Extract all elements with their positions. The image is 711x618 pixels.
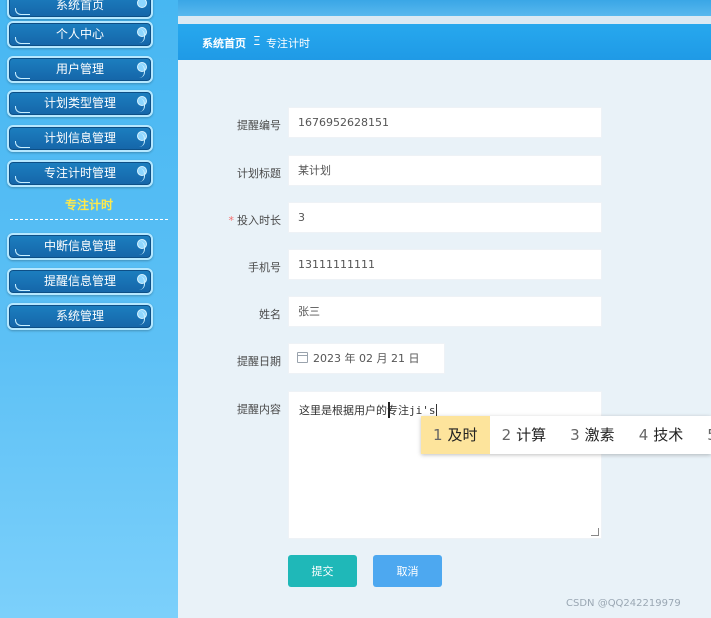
reminder-content-text: 这里是根据用户的专注ji's: [299, 404, 436, 417]
sidebar: 系统首页 个人中心 用户管理 计划类型管理 计划信息管理 专注计时管理 专注计时…: [0, 0, 178, 618]
breadcrumb-separator: Ξ: [253, 34, 261, 48]
reminder-no-label: 提醒编号: [237, 119, 281, 132]
resize-handle-icon[interactable]: [591, 528, 599, 536]
swirl-icon: [15, 72, 30, 79]
breadcrumb-home[interactable]: 系统首页: [202, 35, 246, 51]
swirl-icon: [138, 241, 145, 255]
sidebar-item-label: 系统首页: [55, 0, 104, 12]
required-mark: *: [228, 214, 235, 227]
ime-candidate[interactable]: 3 激素: [558, 416, 627, 454]
top-header: [178, 0, 711, 16]
swirl-icon: [15, 8, 30, 15]
sidebar-item-label: 计划类型管理: [43, 96, 116, 110]
breadcrumb-current: 专注计时: [266, 37, 310, 50]
sidebar-item-interrupts[interactable]: 中断信息管理: [7, 233, 153, 260]
sidebar-item-reminders[interactable]: 提醒信息管理: [7, 268, 153, 295]
sidebar-item-profile[interactable]: 个人中心: [7, 21, 153, 48]
swirl-icon: [15, 106, 30, 113]
reminder-content-label: 提醒内容: [237, 403, 281, 416]
swirl-icon: [138, 276, 145, 290]
swirl-icon: [15, 319, 30, 326]
plan-title-label: 计划标题: [237, 167, 281, 180]
swirl-icon: [15, 141, 30, 148]
reminder-date-field[interactable]: 2023 年 02 月 21 日: [288, 343, 445, 374]
swirl-icon: [138, 133, 145, 147]
duration-field[interactable]: 3: [288, 202, 602, 233]
ime-candidate-bar: 1及时2计算3激素4技术5: [421, 416, 711, 454]
sidebar-item-home[interactable]: 系统首页: [7, 0, 153, 19]
duration-label: * 投入时长: [181, 212, 282, 228]
sidebar-item-system[interactable]: 系统管理: [7, 303, 153, 330]
sidebar-item-users[interactable]: 用户管理: [7, 56, 153, 83]
sidebar-item-label: 用户管理: [55, 62, 104, 76]
breadcrumb: 系统首页 Ξ 专注计时: [178, 24, 711, 60]
phone-field[interactable]: 13111111111: [288, 249, 602, 280]
ornament-icon: [137, 0, 147, 8]
swirl-icon: [138, 29, 145, 43]
sidebar-item-label: 个人中心: [55, 27, 104, 41]
name-field[interactable]: 张三: [288, 296, 602, 327]
divider: [10, 219, 168, 220]
ime-candidate[interactable]: 1 及时: [421, 416, 490, 454]
swirl-icon: [138, 64, 145, 78]
submit-button[interactable]: 提交: [288, 555, 357, 587]
sidebar-item-label: 系统管理: [55, 309, 104, 323]
swirl-icon: [138, 168, 145, 182]
swirl-icon: [138, 98, 145, 112]
sidebar-item-focus-timing[interactable]: 专注计时管理: [7, 160, 153, 187]
swirl-icon: [138, 311, 145, 325]
swirl-icon: [15, 249, 30, 256]
reminder-no-field[interactable]: 1676952628151: [288, 107, 602, 138]
submenu-item-focus-timer[interactable]: 专注计时: [0, 196, 178, 213]
watermark: CSDN @QQ242219979: [566, 598, 681, 609]
ime-candidate[interactable]: 5: [695, 416, 711, 454]
sidebar-item-label: 提醒信息管理: [43, 274, 116, 288]
swirl-icon: [15, 176, 30, 183]
ime-candidate[interactable]: 4 技术: [627, 416, 696, 454]
calendar-icon: [297, 352, 308, 363]
duration-label-text: 投入时长: [237, 214, 281, 227]
ime-candidate[interactable]: 2 计算: [490, 416, 559, 454]
text-caret: [435, 404, 437, 416]
plan-title-field[interactable]: 某计划: [288, 155, 602, 186]
cancel-button[interactable]: 取消: [373, 555, 442, 587]
reminder-date-value: 2023 年 02 月 21 日: [313, 352, 420, 365]
sidebar-item-label: 中断信息管理: [43, 239, 116, 253]
sidebar-item-plan-info[interactable]: 计划信息管理: [7, 125, 153, 152]
phone-label: 手机号: [248, 261, 281, 274]
sidebar-item-plan-types[interactable]: 计划类型管理: [7, 90, 153, 117]
swirl-icon: [15, 37, 30, 44]
header-gap: [178, 16, 711, 24]
sidebar-item-label: 专注计时管理: [43, 166, 116, 180]
sidebar-item-label: 计划信息管理: [43, 131, 116, 145]
name-label: 姓名: [259, 308, 281, 321]
swirl-icon: [15, 284, 30, 291]
reminder-date-label: 提醒日期: [237, 355, 281, 368]
text-cursor-icon: [388, 402, 390, 418]
reminder-content-textarea[interactable]: 这里是根据用户的专注ji's: [288, 391, 602, 539]
